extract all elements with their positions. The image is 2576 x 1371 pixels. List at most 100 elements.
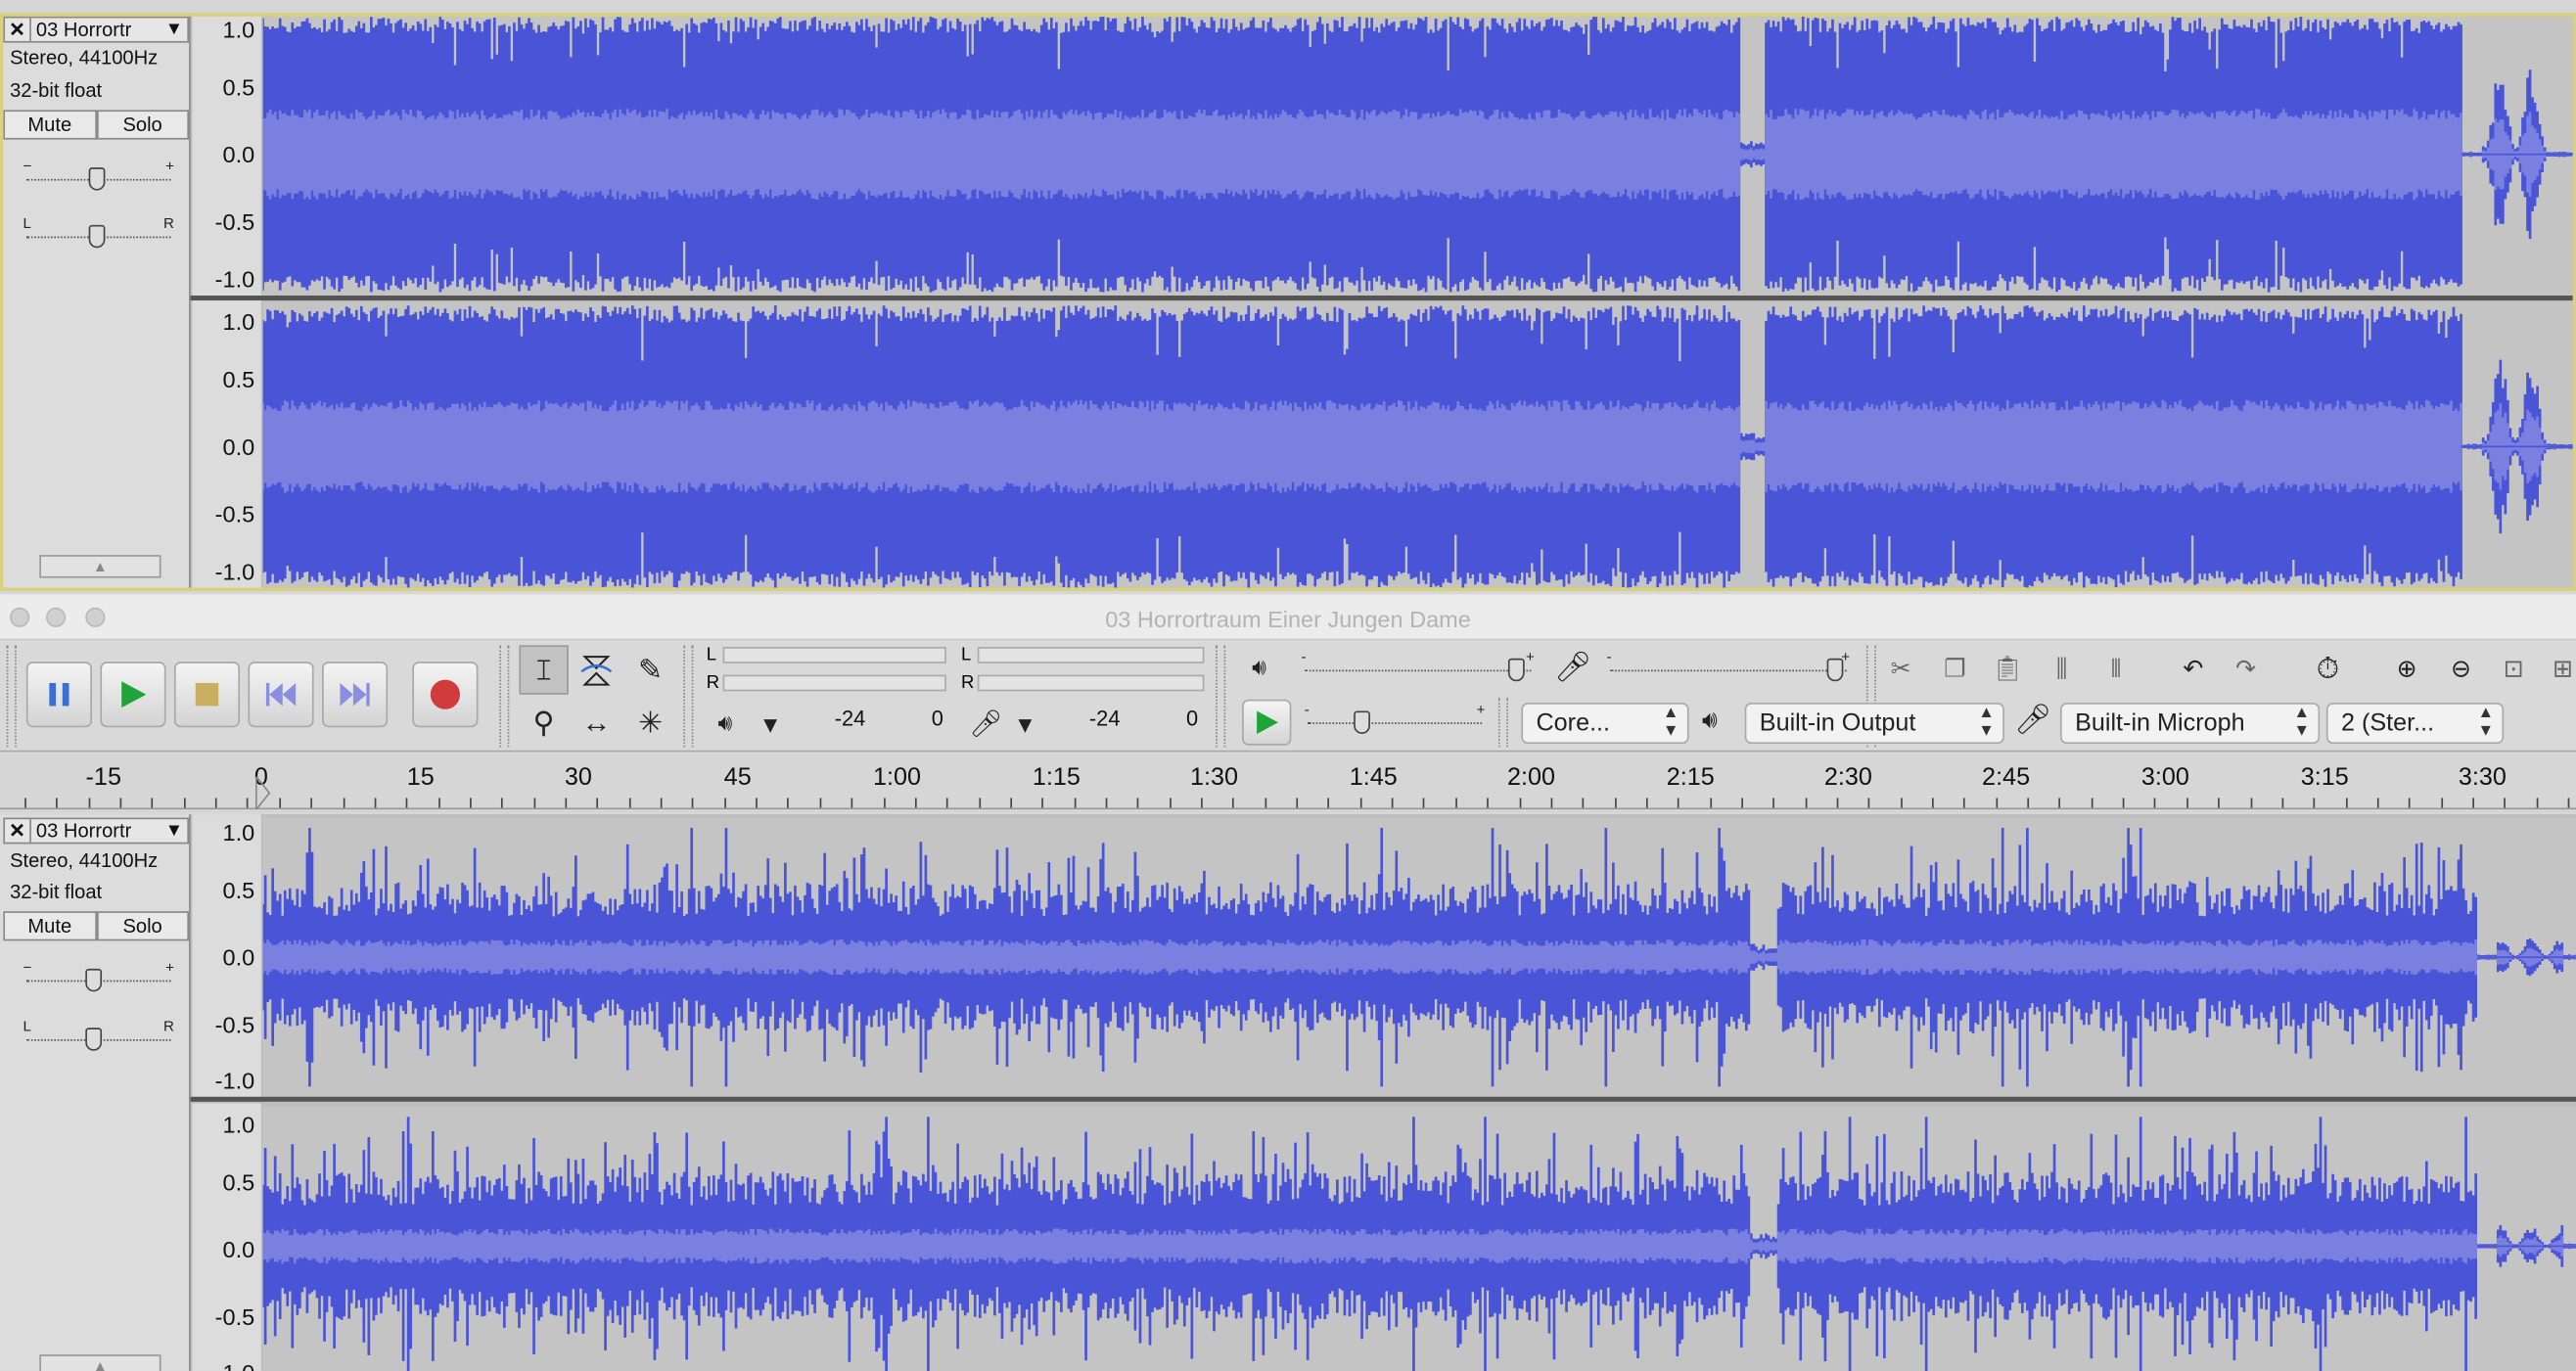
microphone-icon[interactable]: 🎤︎ xyxy=(969,708,1002,741)
playback-meter-right[interactable] xyxy=(722,674,946,692)
chevron-down-icon[interactable]: ▼ xyxy=(161,821,188,841)
microphone-icon: 🎤︎ xyxy=(2013,703,2052,736)
i-beam-icon[interactable]: 𝙸 xyxy=(519,645,569,695)
pan-slider-thumb[interactable] xyxy=(88,224,106,249)
track-name-menu[interactable]: 03 Horrortr xyxy=(31,18,161,40)
speaker-icon[interactable]: 🔊︎ xyxy=(718,709,733,738)
toolbar-grip[interactable] xyxy=(683,645,694,748)
record-meter-menu-icon[interactable]: ▼ xyxy=(1014,710,1036,737)
close-track-icon[interactable]: ✕ xyxy=(5,819,31,843)
toolbar-grip[interactable] xyxy=(6,645,17,748)
timeline-tick xyxy=(2218,798,2220,808)
play-head-marker[interactable] xyxy=(253,776,273,810)
copy-icon[interactable]: ❐ xyxy=(1930,644,1979,693)
mute-button[interactable]: Mute xyxy=(3,911,97,941)
cut-icon[interactable]: ✂ xyxy=(1876,644,1925,693)
playback-volume-slider[interactable]: - + xyxy=(1301,649,1535,684)
waveform-channel-right[interactable] xyxy=(262,301,2576,592)
waveform-channel-left[interactable] xyxy=(262,13,2576,297)
track-bottom[interactable]: ✕ 03 Horrortr ▼ Stereo, 44100Hz 32-bit f… xyxy=(0,814,2576,1371)
window-titlebar[interactable]: 03 Horrortraum Einer Jungen Dame xyxy=(0,594,2576,641)
pan-slider-thumb[interactable] xyxy=(85,1028,103,1051)
timeline-tick xyxy=(978,798,981,808)
gain-slider-thumb[interactable] xyxy=(85,968,103,992)
timeline-tick xyxy=(1709,798,1712,808)
timeline-tick xyxy=(1041,798,1044,808)
zoom-in-icon[interactable]: ⊕ xyxy=(2382,644,2431,693)
envelope-icon[interactable] xyxy=(572,645,621,694)
fit-project-icon[interactable]: ⊞ xyxy=(2538,644,2576,693)
play-button[interactable] xyxy=(100,662,166,728)
timeline-tick xyxy=(310,798,313,808)
fit-selection-icon[interactable]: ⊡ xyxy=(2489,644,2538,693)
vruler-label: -0.5 xyxy=(214,208,255,235)
solo-button[interactable]: Solo xyxy=(96,110,190,140)
record-button[interactable] xyxy=(412,662,479,728)
pause-button[interactable] xyxy=(25,662,93,728)
input-channels-select[interactable]: 2 (Ster... ▲ ▼ xyxy=(2325,703,2505,745)
timeline-tick xyxy=(532,798,535,808)
input-device-select[interactable]: Built-in Microph ▲ ▼ xyxy=(2059,703,2321,745)
timeline-ruler[interactable]: -15 0 15 30 45 1:00 1:15 1:30 1:45 2:00 … xyxy=(0,754,2576,810)
playback-speed-thumb[interactable] xyxy=(1354,710,1370,734)
zoom-out-icon[interactable]: ⊖ xyxy=(2436,644,2485,693)
waveform-channel-right[interactable] xyxy=(262,1106,2576,1371)
toolbar-grip[interactable] xyxy=(1497,698,1508,748)
pencil-icon[interactable]: ✎ xyxy=(626,645,675,694)
skip-to-end-button[interactable] xyxy=(322,662,389,728)
mute-button[interactable]: Mute xyxy=(3,110,97,140)
playback-meter-left[interactable] xyxy=(722,647,946,663)
track-top[interactable]: ✕ 03 Horrortr ▼ Stereo, 44100Hz 32-bit f… xyxy=(0,13,2576,592)
stopwatch-icon[interactable]: ⏱︎ xyxy=(2303,644,2352,693)
updown-icon: ▲ ▼ xyxy=(2477,704,2495,741)
collapse-track-button[interactable]: ▲ xyxy=(39,555,161,578)
gain-min-label: − xyxy=(23,958,32,976)
record-volume-slider[interactable]: - + xyxy=(1607,649,1850,684)
timeline-tick xyxy=(1678,798,1679,808)
stop-button[interactable] xyxy=(173,662,241,728)
track-control-panel: ✕ 03 Horrortr ▼ Stereo, 44100Hz 32-bit f… xyxy=(0,13,191,592)
trim-audio-icon[interactable]: ⫼ xyxy=(2037,644,2086,693)
record-volume-thumb[interactable] xyxy=(1826,658,1844,682)
skip-to-start-button[interactable] xyxy=(248,662,314,728)
magnifier-icon[interactable]: ⚲ xyxy=(519,698,568,747)
silence-audio-icon[interactable]: ⫴ xyxy=(2092,644,2140,693)
redo-icon[interactable]: ↷ xyxy=(2221,644,2270,693)
timeline-tick xyxy=(247,798,250,808)
gain-slider[interactable]: − + xyxy=(23,959,174,995)
paste-icon[interactable]: 📋︎ xyxy=(1983,644,2032,693)
meter-scale-label: -24 xyxy=(834,706,866,731)
timeline-label: 1:00 xyxy=(873,763,922,792)
solo-button[interactable]: Solo xyxy=(96,911,190,941)
record-meter-left[interactable] xyxy=(977,647,1205,663)
gain-slider[interactable]: − + xyxy=(23,158,174,194)
waveform-channel-left[interactable] xyxy=(262,817,2576,1097)
chevron-down-icon[interactable]: ▼ xyxy=(161,20,188,39)
undo-icon[interactable]: ↶ xyxy=(2169,644,2218,693)
pan-slider[interactable]: L R xyxy=(23,215,174,251)
window-title: 03 Horrortraum Einer Jungen Dame xyxy=(1105,606,1471,632)
channel-separator xyxy=(190,296,2576,301)
asterisk-icon[interactable]: ✳ xyxy=(626,698,675,747)
waveform xyxy=(262,16,2576,293)
double-arrow-icon[interactable]: ↔ xyxy=(572,698,621,747)
output-device-select[interactable]: Built-in Output ▲ ▼ xyxy=(1744,703,2004,745)
play-at-speed-button[interactable] xyxy=(1242,699,1292,746)
pan-slider[interactable]: L R xyxy=(23,1018,174,1054)
playback-speed-slider[interactable]: - + xyxy=(1305,701,1485,737)
slider-min-label: - xyxy=(1304,701,1310,718)
audio-host-select[interactable]: Core... ▲ ▼ xyxy=(1521,703,1689,745)
timeline-tick xyxy=(1105,798,1108,808)
playback-volume-thumb[interactable] xyxy=(1507,658,1525,682)
record-meter-right[interactable] xyxy=(977,674,1205,692)
pause-icon xyxy=(49,682,69,707)
close-track-icon[interactable]: ✕ xyxy=(5,18,31,41)
collapse-track-button[interactable]: ▲ xyxy=(39,1354,161,1371)
gain-slider-thumb[interactable] xyxy=(88,167,106,191)
vruler-label: -1.0 xyxy=(214,1067,255,1094)
timeline-tick xyxy=(1391,798,1394,808)
toolbar-grip[interactable] xyxy=(1216,645,1226,748)
track-name-menu[interactable]: 03 Horrortr xyxy=(31,819,161,842)
playback-meter-menu-icon[interactable]: ▼ xyxy=(759,710,782,737)
toolbar-grip[interactable] xyxy=(499,645,510,748)
